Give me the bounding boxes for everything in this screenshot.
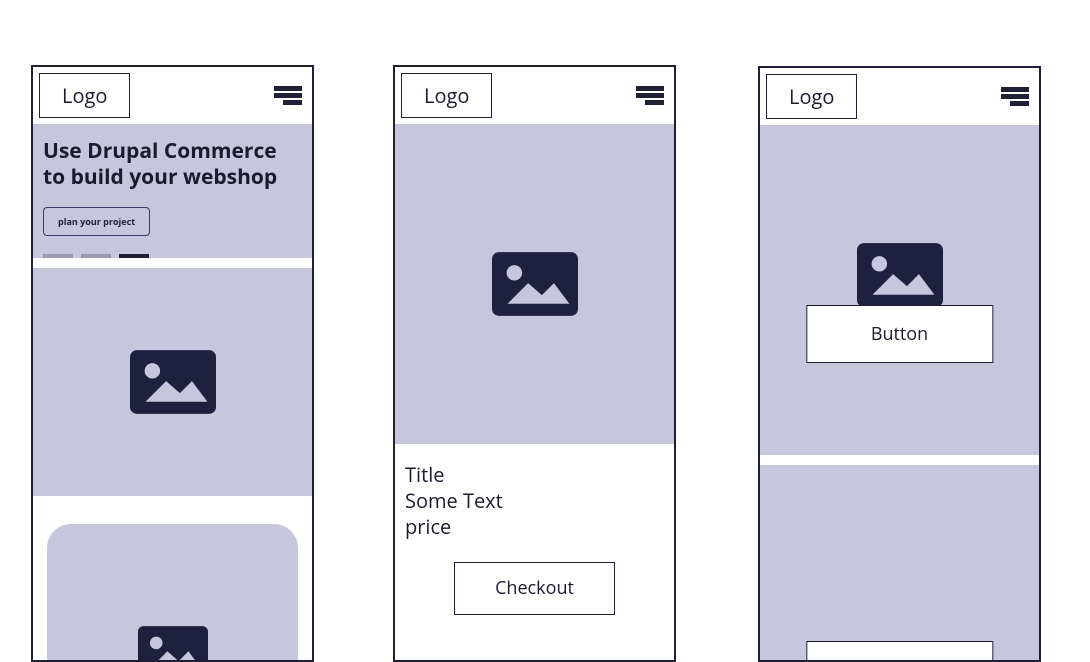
card-button[interactable]: Button <box>806 305 993 363</box>
hero-title: Use Drupal Commerce to build your websho… <box>43 138 302 191</box>
listing-card: Button <box>760 125 1039 455</box>
top-bar: Logo <box>33 67 312 124</box>
carousel-indicators[interactable] <box>43 254 302 258</box>
mobile-mockup-home: Logo Use Drupal Commerce to build your w… <box>31 65 314 662</box>
spacer <box>33 496 312 524</box>
logo: Logo <box>401 73 492 118</box>
logo: Logo <box>39 73 130 118</box>
card-image-placeholder <box>760 465 1039 662</box>
image-icon <box>857 243 943 307</box>
plan-project-button[interactable]: plan your project <box>43 207 150 236</box>
listing-card: Button <box>760 465 1039 662</box>
card-button[interactable]: Button <box>806 641 993 662</box>
card-image-placeholder <box>760 125 1039 455</box>
image-icon <box>492 252 578 316</box>
checkout-button[interactable]: Checkout <box>454 562 615 615</box>
product-image-placeholder <box>395 124 674 444</box>
carousel-dot-active[interactable] <box>119 254 149 258</box>
product-title: Title <box>405 462 664 488</box>
top-bar: Logo <box>395 67 674 124</box>
menu-icon[interactable] <box>274 86 302 105</box>
menu-icon[interactable] <box>1001 87 1029 106</box>
image-icon <box>130 350 216 414</box>
product-info: Title Some Text price Checkout <box>395 444 674 637</box>
carousel-dot[interactable] <box>81 254 111 258</box>
logo: Logo <box>766 74 857 119</box>
content-card <box>47 524 298 662</box>
product-text: Some Text <box>405 488 664 514</box>
carousel-dot[interactable] <box>43 254 73 258</box>
divider <box>760 455 1039 465</box>
wireframe-stage: Logo Use Drupal Commerce to build your w… <box>0 0 1090 662</box>
menu-icon[interactable] <box>636 86 664 105</box>
mobile-mockup-product: Logo Title Some Text price Checkout <box>393 65 676 662</box>
hero-section: Use Drupal Commerce to build your websho… <box>33 124 312 258</box>
top-bar: Logo <box>760 68 1039 125</box>
product-price: price <box>405 514 664 540</box>
mobile-mockup-listing: Logo Button Button <box>758 66 1041 662</box>
hero-image-placeholder <box>33 268 312 496</box>
image-icon <box>138 626 208 662</box>
